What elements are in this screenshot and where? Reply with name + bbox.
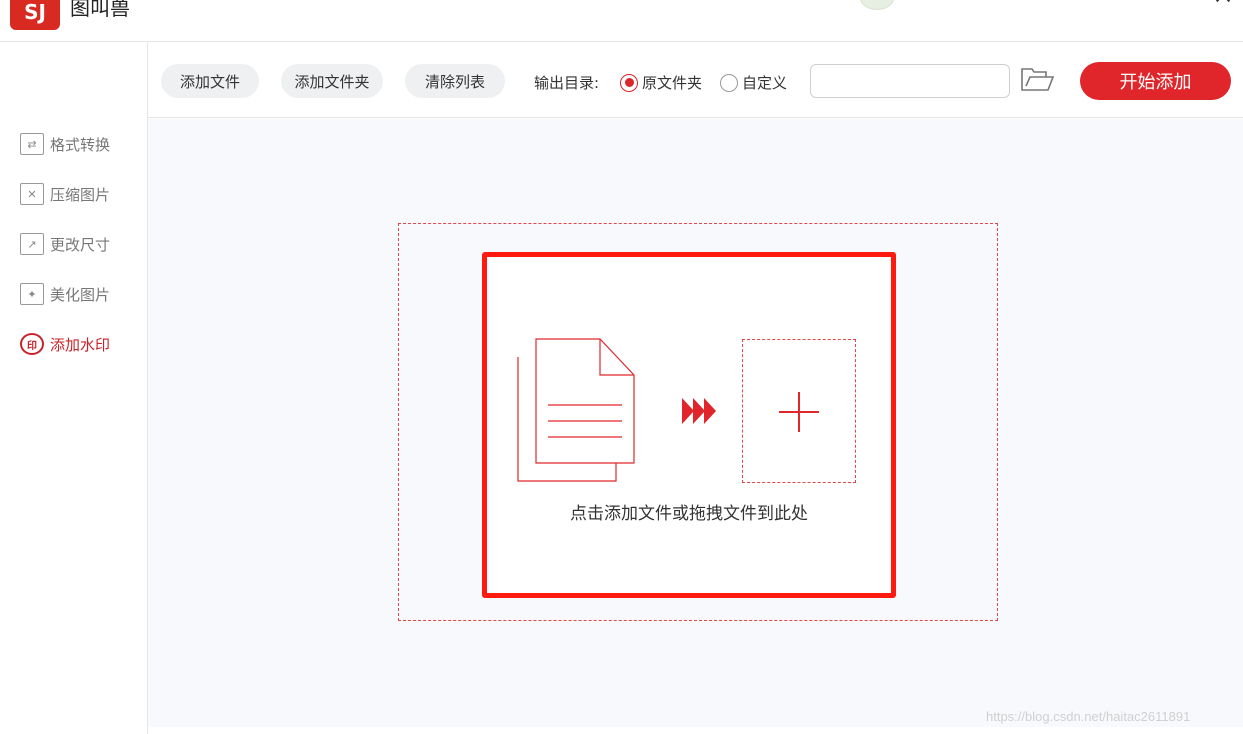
source-watermark: https://blog.csdn.net/haitac2611891 bbox=[986, 709, 1191, 724]
sidebar-item-add-watermark[interactable]: 印 添加水印 bbox=[20, 331, 110, 357]
sidebar-item-compress[interactable]: ✕ 压缩图片 bbox=[20, 181, 110, 207]
sidebar-item-label: 更改尺寸 bbox=[50, 235, 111, 254]
logo-text: SJ bbox=[24, 0, 46, 24]
app-window: SJ 图叫兽 ⇄ 格式转换 ✕ 压缩图片 ↗ 更改尺寸 ✦ 美化图片 印 添加水… bbox=[0, 0, 1243, 734]
radio-checked-icon bbox=[620, 73, 638, 92]
toolbar: 添加文件 添加文件夹 清除列表 输出目录: 原文件夹 自定义 开始添加 bbox=[148, 42, 1243, 118]
close-icon[interactable] bbox=[1212, 0, 1234, 6]
app-logo: SJ bbox=[10, 0, 60, 30]
radio-unchecked-icon bbox=[720, 73, 738, 92]
clear-list-button[interactable]: 清除列表 bbox=[405, 64, 505, 98]
add-plus-icon[interactable] bbox=[742, 339, 856, 483]
sidebar-item-beautify[interactable]: ✦ 美化图片 bbox=[20, 281, 110, 307]
app-title: 图叫兽 bbox=[70, 0, 130, 20]
sidebar-item-label: 美化图片 bbox=[50, 285, 111, 304]
sidebar-item-resize[interactable]: ↗ 更改尺寸 bbox=[20, 231, 110, 257]
beautify-icon: ✦ bbox=[20, 283, 44, 305]
output-dir-label: 输出目录: bbox=[534, 74, 600, 92]
compress-icon: ✕ bbox=[20, 183, 44, 205]
watermark-icon: 印 bbox=[20, 333, 44, 355]
title-bar: SJ 图叫兽 bbox=[0, 0, 1243, 42]
convert-icon: ⇄ bbox=[20, 133, 44, 155]
sidebar-item-label: 格式转换 bbox=[50, 135, 111, 154]
folder-open-icon[interactable] bbox=[1020, 66, 1056, 94]
radio-custom-folder[interactable]: 自定义 bbox=[720, 72, 787, 93]
start-add-button[interactable]: 开始添加 bbox=[1080, 62, 1231, 100]
sidebar-item-label: 压缩图片 bbox=[50, 185, 111, 204]
sidebar: ⇄ 格式转换 ✕ 压缩图片 ↗ 更改尺寸 ✦ 美化图片 印 添加水印 bbox=[0, 42, 148, 734]
output-path-input[interactable] bbox=[810, 64, 1010, 98]
main-content: 点击添加文件或拖拽文件到此处 https://blog.csdn.net/hai… bbox=[148, 119, 1243, 727]
radio-original-folder[interactable]: 原文件夹 bbox=[620, 72, 702, 93]
add-file-button[interactable]: 添加文件 bbox=[161, 64, 259, 98]
sidebar-item-format-convert[interactable]: ⇄ 格式转换 bbox=[20, 131, 110, 157]
drop-hint-text: 点击添加文件或拖拽文件到此处 bbox=[570, 504, 808, 524]
resize-icon: ↗ bbox=[20, 233, 44, 255]
document-icon bbox=[517, 338, 635, 482]
add-folder-button[interactable]: 添加文件夹 bbox=[281, 64, 383, 98]
radio-label: 原文件夹 bbox=[642, 74, 703, 92]
sidebar-item-label: 添加水印 bbox=[50, 335, 111, 354]
radio-label: 自定义 bbox=[742, 74, 788, 92]
forward-arrows-icon bbox=[682, 398, 716, 424]
avatar[interactable] bbox=[860, 0, 894, 10]
